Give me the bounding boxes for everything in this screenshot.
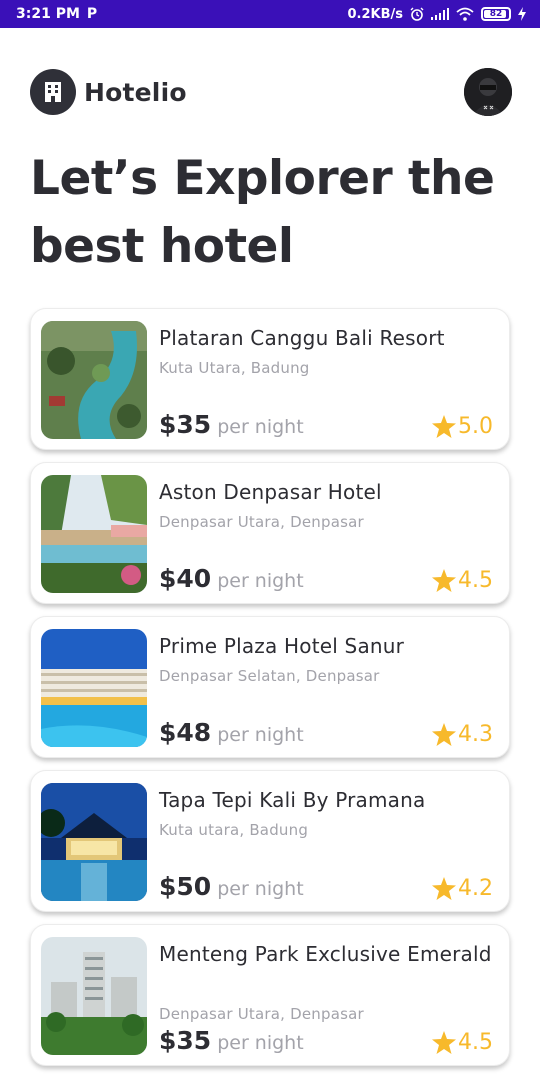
hotel-location: Kuta Utara, Badung <box>159 359 310 377</box>
star-icon <box>432 877 456 900</box>
hotel-price: $35 <box>159 1026 212 1055</box>
hotel-card[interactable]: Aston Denpasar Hotel Denpasar Utara, Den… <box>30 462 510 604</box>
hotel-price: $48 <box>159 718 212 747</box>
hotel-price: $50 <box>159 872 212 901</box>
hotel-image <box>41 937 147 1055</box>
hotel-rating: 5.0 <box>458 414 493 439</box>
app-indicator: P <box>86 6 98 22</box>
hotel-card[interactable]: Menteng Park Exclusive Emerald Denpasar … <box>30 924 510 1066</box>
avatar[interactable] <box>464 68 512 116</box>
battery-level: 82 <box>489 9 503 19</box>
hotel-image <box>41 629 147 747</box>
price-row: $35 per night <box>159 410 304 439</box>
battery-icon: 82 <box>481 7 511 21</box>
hotel-price: $35 <box>159 410 212 439</box>
hotel-rating: 4.5 <box>458 568 493 593</box>
status-bar: 3:21 PM P 0.2KB/s 82 <box>0 0 540 28</box>
hotel-location: Denpasar Utara, Denpasar <box>159 1005 364 1023</box>
star-icon <box>432 569 456 592</box>
rating-row: 4.5 <box>432 1030 493 1055</box>
star-icon <box>432 723 456 746</box>
hotel-name: Prime Plaza Hotel Sanur <box>159 634 405 658</box>
hotel-location: Denpasar Selatan, Denpasar <box>159 667 380 685</box>
hotel-card[interactable]: Tapa Tepi Kali By Pramana Kuta utara, Ba… <box>30 770 510 912</box>
charging-icon <box>518 7 526 21</box>
rating-row: 4.3 <box>432 722 493 747</box>
signal-icon <box>431 8 449 20</box>
rating-row: 4.5 <box>432 568 493 593</box>
hotel-location: Denpasar Utara, Denpasar <box>159 513 364 531</box>
status-left: 3:21 PM P <box>16 6 97 22</box>
hotel-image <box>41 475 147 593</box>
price-row: $50 per night <box>159 872 304 901</box>
hotel-card[interactable]: Prime Plaza Hotel Sanur Denpasar Selatan… <box>30 616 510 758</box>
per-night-label: per night <box>217 1032 304 1054</box>
hotel-list: Plataran Canggu Bali Resort Kuta Utara, … <box>30 308 512 1078</box>
hotel-location: Kuta utara, Badung <box>159 821 309 839</box>
page-title: Let’s Explorer the best hotel <box>30 151 495 274</box>
hotel-price: $40 <box>159 564 212 593</box>
status-time: 3:21 PM <box>16 6 80 22</box>
per-night-label: per night <box>217 570 304 592</box>
price-row: $48 per night <box>159 718 304 747</box>
per-night-label: per night <box>217 878 304 900</box>
hotel-card[interactable]: Plataran Canggu Bali Resort Kuta Utara, … <box>30 308 510 450</box>
brand-name: Hotelio <box>84 77 187 107</box>
price-row: $35 per night <box>159 1026 304 1055</box>
hotel-image <box>41 783 147 901</box>
app-header: Hotelio <box>30 68 512 116</box>
alarm-icon <box>410 7 424 21</box>
network-speed: 0.2KB/s <box>347 6 404 22</box>
hotel-name: Tapa Tepi Kali By Pramana <box>159 788 426 812</box>
hotel-rating: 4.3 <box>458 722 493 747</box>
rating-row: 5.0 <box>432 414 493 439</box>
hotel-image <box>41 321 147 439</box>
building-icon <box>30 69 76 115</box>
per-night-label: per night <box>217 724 304 746</box>
per-night-label: per night <box>217 416 304 438</box>
wifi-icon <box>456 7 474 21</box>
hotel-rating: 4.2 <box>458 876 493 901</box>
brand: Hotelio <box>30 69 187 115</box>
hotel-name: Plataran Canggu Bali Resort <box>159 326 445 350</box>
hotel-name: Menteng Park Exclusive Emerald <box>159 942 492 966</box>
price-row: $40 per night <box>159 564 304 593</box>
status-right: 0.2KB/s 82 <box>347 6 526 22</box>
hotel-name: Aston Denpasar Hotel <box>159 480 382 504</box>
star-icon <box>432 1031 456 1054</box>
star-icon <box>432 415 456 438</box>
hotel-rating: 4.5 <box>458 1030 493 1055</box>
rating-row: 4.2 <box>432 876 493 901</box>
